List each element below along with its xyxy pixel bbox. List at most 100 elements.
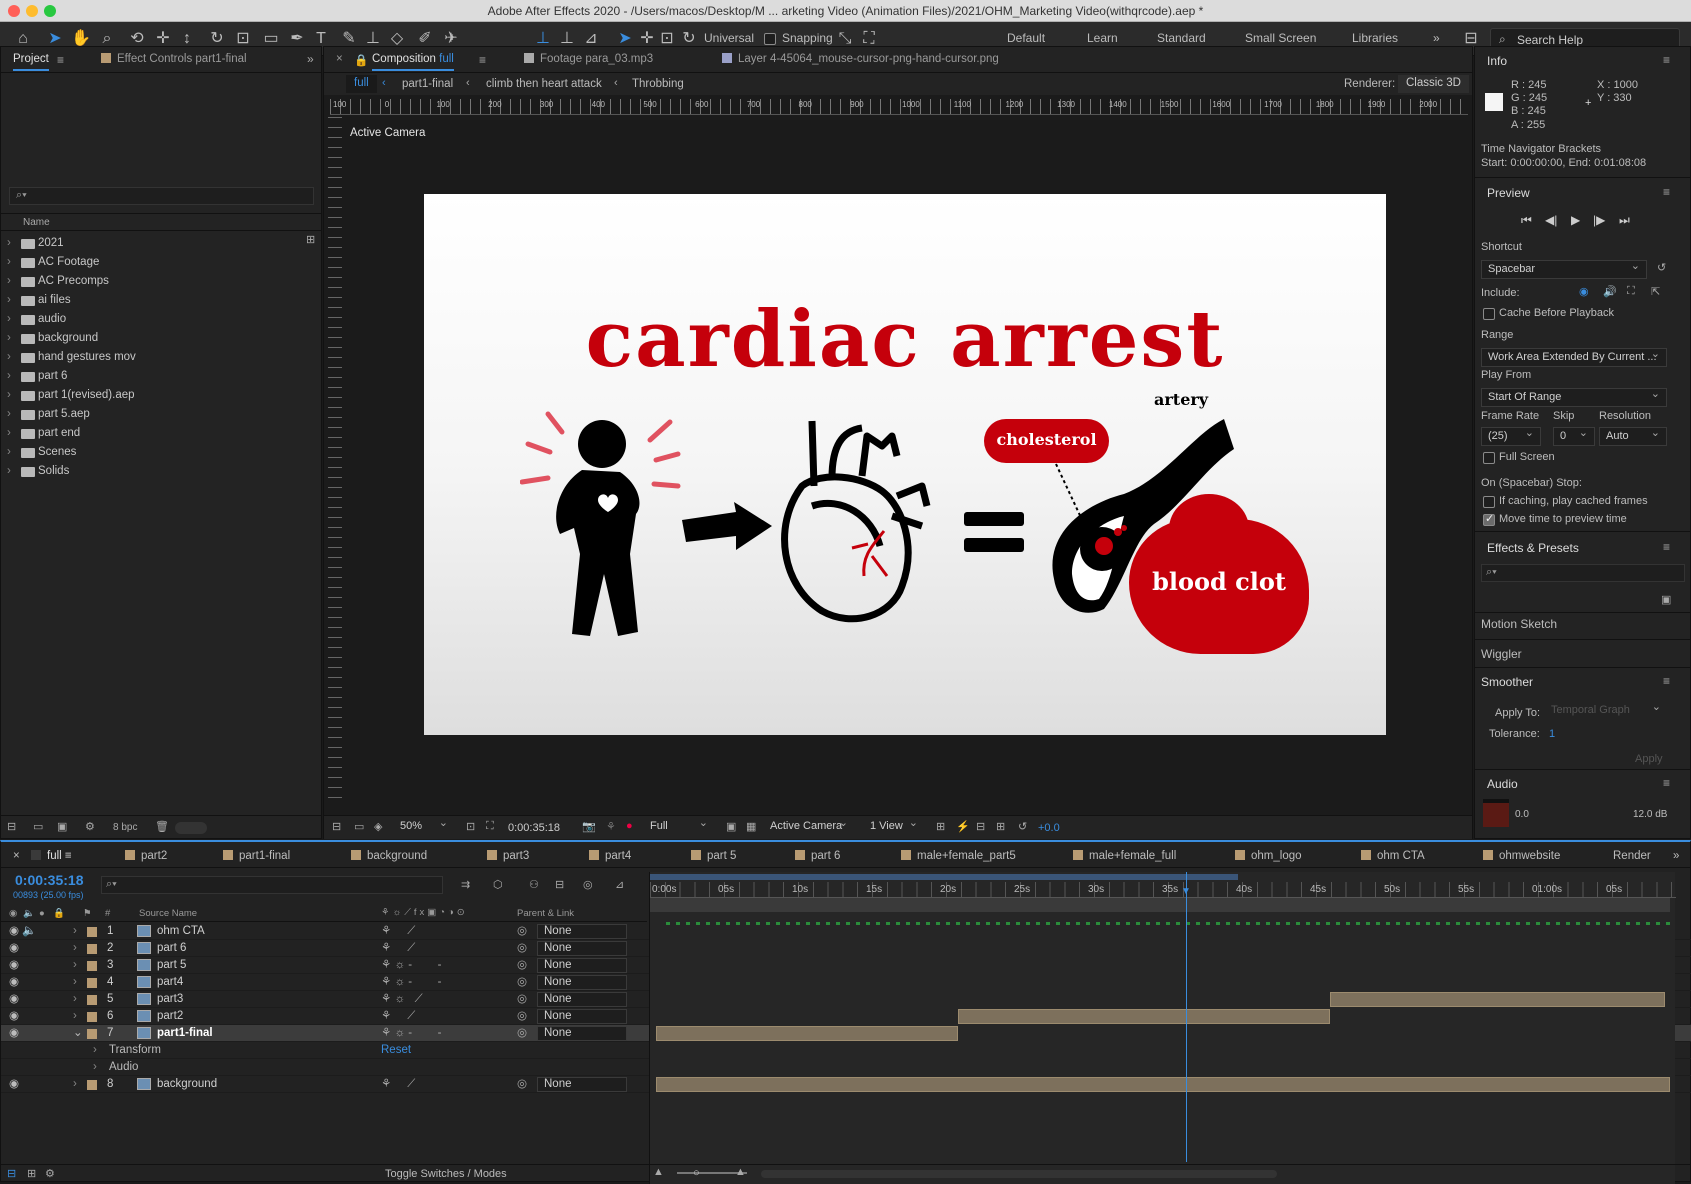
zoom-slider-thumb[interactable]: ○ xyxy=(693,1167,700,1179)
list-item[interactable]: › part 1(revised).aep xyxy=(1,386,319,405)
panel-menu-icon[interactable]: ≡ xyxy=(1663,53,1670,67)
zoom-select[interactable]: 50% xyxy=(394,815,454,837)
tl-tab-part3[interactable]: part3 xyxy=(487,850,529,862)
play-from-select[interactable]: Start Of Range xyxy=(1481,386,1667,407)
pixel-aspect-icon[interactable]: ⊞ xyxy=(936,820,945,833)
list-item[interactable]: › 2021 xyxy=(1,234,319,253)
panel-menu-icon[interactable]: ≡ xyxy=(57,53,64,67)
tl-tab-part4[interactable]: part4 xyxy=(589,850,631,862)
frame-rate-select[interactable]: (25) xyxy=(1481,425,1541,446)
close-tab-icon[interactable]: × xyxy=(13,850,20,862)
list-item[interactable]: › audio xyxy=(1,310,319,329)
view-layout-select[interactable]: 1 View xyxy=(864,815,924,837)
fit-icon[interactable]: ⊡ xyxy=(466,820,475,833)
apply-button[interactable]: Apply xyxy=(1635,753,1663,765)
tl-tab-background[interactable]: background xyxy=(351,850,427,862)
include-video-icon[interactable]: ◉ xyxy=(1579,285,1589,298)
zoom-window-button[interactable] xyxy=(44,5,56,17)
reset-link[interactable]: Reset xyxy=(381,1042,411,1059)
breadcrumb-full[interactable]: full xyxy=(346,75,377,93)
show-snapshot-icon[interactable]: ⚘ xyxy=(606,820,616,833)
timeline-tracks[interactable]: 0:00s 05s 10s 15s 20s 25s 30s 35s 40s 45s 50s 55s 01… xyxy=(649,872,1676,1184)
panel-menu-icon[interactable]: ≡ xyxy=(479,53,486,67)
if-caching-checkbox[interactable] xyxy=(1483,496,1495,508)
full-screen-checkbox[interactable] xyxy=(1483,452,1495,464)
safe-zones-icon[interactable]: ⛶ xyxy=(486,820,494,833)
video-column-icon[interactable]: ◉ xyxy=(9,908,17,919)
thumbnail-slider[interactable] xyxy=(175,822,207,834)
parent-select[interactable]: None xyxy=(537,992,627,1007)
first-frame-icon[interactable]: ⏮ xyxy=(1521,213,1532,228)
tl-tab-render[interactable]: Render xyxy=(1613,850,1651,862)
shortcut-select[interactable]: Spacebar xyxy=(1481,258,1647,279)
current-time-display[interactable]: 0:00:35:18 xyxy=(15,872,84,888)
tl-tab-male-female-part5[interactable]: male+female_part5 xyxy=(901,850,1016,862)
expand-panels-icon[interactable]: » xyxy=(1673,850,1679,862)
transfer-controls-icon[interactable]: ⊞ xyxy=(27,1167,36,1180)
tl-tab-ohm-logo[interactable]: ohm_logo xyxy=(1235,850,1302,862)
parent-select[interactable]: None xyxy=(537,1026,627,1041)
panel-menu-icon[interactable]: ≡ xyxy=(1663,185,1670,199)
list-item[interactable]: › background xyxy=(1,329,319,348)
lock-column-icon[interactable]: 🔒 xyxy=(53,908,65,919)
always-preview-icon[interactable]: ⊟ xyxy=(332,820,341,833)
layer-switches-icon[interactable]: ⊟ xyxy=(7,1167,16,1180)
name-column-header[interactable]: Name xyxy=(1,213,321,231)
fast-preview-icon[interactable]: ⚡ xyxy=(956,820,970,833)
shy-layers-icon[interactable]: ⚇ xyxy=(529,878,539,891)
audio-column-icon[interactable]: 🔈 xyxy=(23,908,35,919)
list-item[interactable]: › part 6 xyxy=(1,367,319,386)
layer-duration-bar[interactable] xyxy=(656,1077,1670,1092)
exposure-value[interactable]: +0.0 xyxy=(1038,822,1060,834)
last-frame-icon[interactable]: ⏭ xyxy=(1619,213,1630,228)
tl-tab-part1-final[interactable]: part1-final xyxy=(223,850,290,862)
parent-select[interactable]: None xyxy=(537,941,627,956)
flowchart-icon[interactable]: ⊞ xyxy=(996,820,1005,833)
panel-menu-icon[interactable]: ≡ xyxy=(1663,540,1670,554)
workspace-libraries[interactable]: Libraries xyxy=(1352,31,1398,45)
workspace-standard[interactable]: Standard xyxy=(1157,31,1206,45)
list-item[interactable]: › Solids xyxy=(1,462,319,481)
parent-select[interactable]: None xyxy=(537,924,627,939)
renderer-button[interactable]: Classic 3D xyxy=(1398,75,1469,93)
monitor-icon[interactable]: ▭ xyxy=(354,820,364,833)
zoom-in-icon[interactable]: ▲ xyxy=(735,1166,746,1178)
trash-icon[interactable]: 🗑 xyxy=(155,820,169,833)
layer-search-input[interactable]: ⌕▾ xyxy=(101,876,443,894)
zoom-out-icon[interactable]: ▲ xyxy=(653,1166,664,1178)
motion-sketch-tab[interactable]: Motion Sketch xyxy=(1481,617,1557,631)
tl-tab-part2[interactable]: part2 xyxy=(125,850,167,862)
camera-select[interactable]: Active Camera xyxy=(764,815,854,837)
reset-icon[interactable]: ↺ xyxy=(1657,261,1666,274)
comp-flowchart-icon[interactable]: ⇉ xyxy=(461,878,470,891)
layer-duration-bar[interactable] xyxy=(1330,992,1665,1007)
new-preset-icon[interactable]: ▣ xyxy=(1661,593,1671,606)
playhead[interactable] xyxy=(1186,872,1187,1162)
layer-duration-bar[interactable] xyxy=(656,1026,959,1041)
list-item[interactable]: › part 5.aep xyxy=(1,405,319,424)
parent-select[interactable]: None xyxy=(537,1009,627,1024)
more-workspaces-icon[interactable]: » xyxy=(1433,31,1440,45)
tab-project[interactable]: Project xyxy=(13,53,49,71)
range-select[interactable]: Work Area Extended By Current ... xyxy=(1481,346,1667,367)
effects-search-input[interactable]: ⌕▾ xyxy=(1481,564,1685,582)
workspace-learn[interactable]: Learn xyxy=(1087,31,1118,45)
transparency-grid-icon[interactable]: ▦ xyxy=(746,820,756,833)
breadcrumb-throbbing[interactable]: Throbbing xyxy=(632,78,684,90)
new-composition-icon[interactable]: ▣ xyxy=(57,820,67,833)
wiggler-tab[interactable]: Wiggler xyxy=(1481,647,1522,661)
list-item[interactable]: › AC Precomps xyxy=(1,272,319,291)
draft-3d-icon[interactable]: ⬡ xyxy=(493,878,503,891)
layer-duration-bar[interactable] xyxy=(958,1009,1331,1024)
interpret-footage-icon[interactable]: ⊟ xyxy=(7,820,16,833)
project-search-input[interactable]: ⌕▾ xyxy=(9,187,314,205)
composition-canvas[interactable]: cardiac arrest artery cholesterol blood … xyxy=(424,194,1386,735)
tl-tab-ohm-cta[interactable]: ohm CTA xyxy=(1361,850,1425,862)
previous-frame-icon[interactable]: ◀| xyxy=(1545,213,1557,227)
tl-tab-part5[interactable]: part 5 xyxy=(691,850,736,862)
reset-exposure-icon[interactable]: ↺ xyxy=(1018,820,1027,833)
minimize-window-button[interactable] xyxy=(26,5,38,17)
new-folder-icon[interactable]: ▭ xyxy=(33,820,43,833)
next-frame-icon[interactable]: |▶ xyxy=(1593,213,1605,227)
work-area-bar[interactable] xyxy=(650,874,1238,880)
